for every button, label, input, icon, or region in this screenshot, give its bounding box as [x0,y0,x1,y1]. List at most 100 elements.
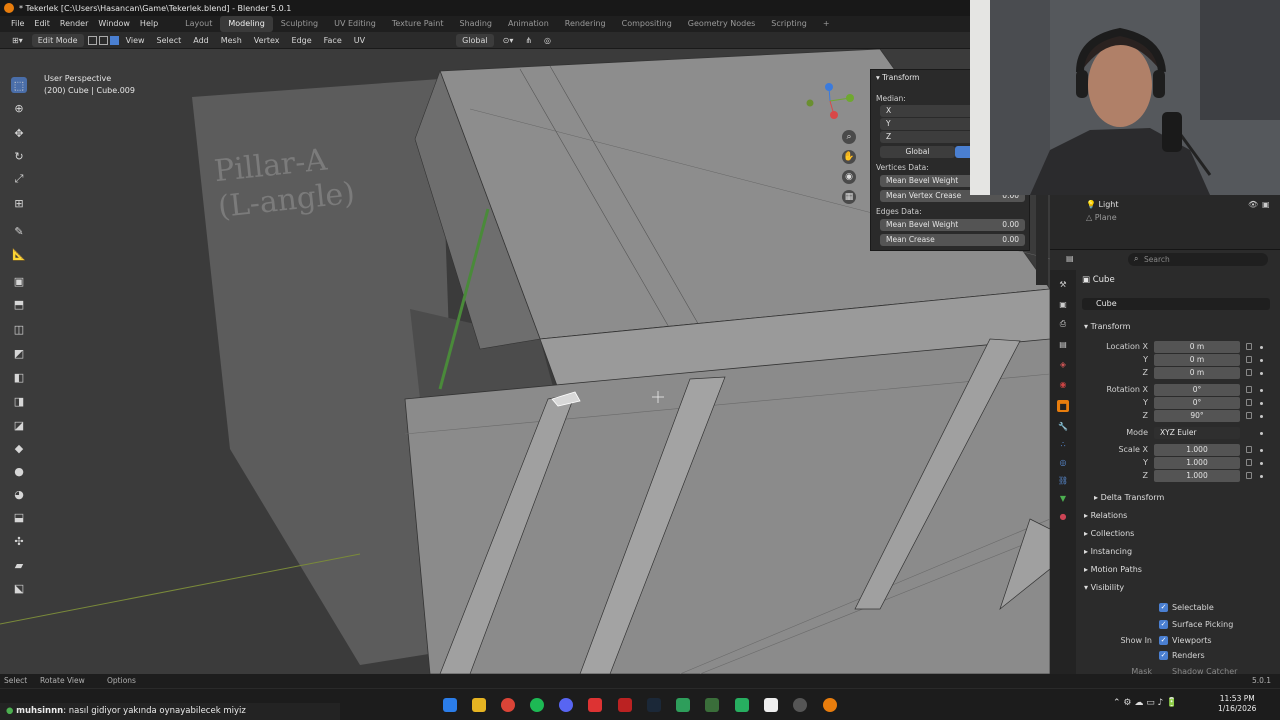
orientation-dropdown[interactable]: Global [456,33,494,47]
shear-icon[interactable]: ▰ [11,557,27,573]
add-workspace-button[interactable]: + [815,16,838,32]
snap-icon[interactable]: ⋔ [519,32,538,49]
notion-icon[interactable] [764,698,778,712]
mode-dropdown[interactable]: Edit Mode [31,33,84,47]
menu-vertex[interactable]: Vertex [248,32,286,49]
lock-location-x-icon[interactable] [1246,343,1252,350]
instancing-section[interactable]: ▸ Instancing [1084,547,1132,556]
menu-edit[interactable]: Edit [29,16,55,32]
rotation-mode-dropdown[interactable]: XYZ Euler [1154,427,1240,439]
menu-select[interactable]: Select [151,32,188,49]
view-layer-tab-icon[interactable]: ▤ [1057,338,1069,350]
recorder-icon[interactable] [588,698,602,712]
space-global-button[interactable]: Global [880,146,955,158]
lock-scale-y-icon[interactable] [1246,459,1252,466]
grid-view-icon[interactable]: ▦ [842,190,856,204]
sphere-icon[interactable]: ◕ [11,486,27,502]
camera-icon[interactable]: ◉ [842,170,856,184]
properties-editor-type-icon[interactable]: ▤ [1066,254,1076,264]
editor-type-icon[interactable]: ⊞▾ [6,32,29,49]
windows-start-icon[interactable] [443,698,457,712]
menu-help[interactable]: Help [135,16,163,32]
world-tab-icon[interactable]: ◉ [1057,378,1069,390]
menu-edge[interactable]: Edge [286,32,318,49]
object-name-field[interactable]: Cube [1082,298,1270,310]
scale-icon[interactable]: ⤢ [11,171,27,187]
poly-build-icon[interactable]: ◪ [11,417,27,433]
lock-location-y-icon[interactable] [1246,356,1252,363]
outliner-item-plane[interactable]: △ Plane [1086,213,1117,222]
lock-scale-x-icon[interactable] [1246,446,1252,453]
menu-file[interactable]: File [6,16,29,32]
relations-section[interactable]: ▸ Relations [1084,511,1127,520]
delta-transform-section[interactable]: ▸ Delta Transform [1094,493,1164,502]
rotate-icon[interactable]: ↻ [11,148,27,164]
tab-animation[interactable]: Animation [500,16,557,32]
properties-search-input[interactable]: Search [1128,253,1268,266]
move-icon[interactable]: ✥ [11,125,27,141]
tab-sculpting[interactable]: Sculpting [273,16,326,32]
select-box-icon[interactable]: ⬚ [11,77,27,93]
tab-texture-paint[interactable]: Texture Paint [384,16,452,32]
tab-scripting[interactable]: Scripting [763,16,815,32]
app-icon[interactable] [618,698,632,712]
measure-icon[interactable]: 📐 [11,246,27,262]
menu-render[interactable]: Render [55,16,93,32]
particles-tab-icon[interactable]: ∴ [1057,438,1069,450]
menu-face[interactable]: Face [318,32,348,49]
knife-icon[interactable]: ◨ [11,393,27,409]
clock[interactable]: 11:53 PM 1/16/2026 [1218,694,1256,714]
tab-modeling[interactable]: Modeling [220,16,273,32]
location-x-field[interactable]: 0 m [1154,341,1240,353]
transform-section[interactable]: ▾ Transform [1084,322,1130,331]
proportional-edit-icon[interactable]: ◎ [538,32,557,49]
rip-icon[interactable]: ⬕ [11,580,27,596]
tab-shading[interactable]: Shading [451,16,500,32]
rotation-z-field[interactable]: 90° [1154,410,1240,422]
file-explorer-icon[interactable] [472,698,486,712]
keyframe-dot-icon[interactable] [1260,389,1263,392]
tab-compositing[interactable]: Compositing [614,16,680,32]
tab-uv-editing[interactable]: UV Editing [326,16,384,32]
transform-icon[interactable]: ⊞ [11,195,27,211]
location-z-field[interactable]: 0 m [1154,367,1240,379]
loop-cut-icon[interactable]: ◧ [11,369,27,385]
edge-bevel-weight-field[interactable]: Mean Bevel Weight 0.00 [880,219,1025,231]
keyframe-dot-icon[interactable] [1260,475,1263,478]
menu-add[interactable]: Add [187,32,215,49]
menu-mesh[interactable]: Mesh [215,32,248,49]
render-camera-icon[interactable]: ▣ [1262,200,1270,209]
menu-window[interactable]: Window [93,16,135,32]
shrink-icon[interactable]: ✣ [11,533,27,549]
extrude-icon[interactable]: ⬒ [11,296,27,312]
keyframe-dot-icon[interactable] [1260,432,1263,435]
constraints-tab-icon[interactable]: ⛓ [1057,474,1069,486]
render-tab-icon[interactable]: ▣ [1057,298,1069,310]
outliner-item-light[interactable]: 💡 Light [1086,200,1118,209]
transform-header[interactable]: ▾ Transform [876,73,919,82]
keyframe-dot-icon[interactable] [1260,372,1263,375]
output-tab-icon[interactable]: ⎙ [1057,318,1069,330]
keyframe-dot-icon[interactable] [1260,449,1263,452]
keyframe-dot-icon[interactable] [1260,462,1263,465]
visibility-section[interactable]: ▾ Visibility [1084,583,1124,592]
mean-crease-field[interactable]: Mean Crease 0.00 [880,234,1025,246]
app-game-icon[interactable] [705,698,719,712]
tab-layout[interactable]: Layout [177,16,220,32]
object-tab-icon[interactable]: ■ [1057,400,1069,412]
menu-view[interactable]: View [120,32,151,49]
lock-scale-z-icon[interactable] [1246,472,1252,479]
scale-z-field[interactable]: 1.000 [1154,470,1240,482]
collections-section[interactable]: ▸ Collections [1084,529,1134,538]
smooth-icon[interactable]: ● [11,463,27,479]
rotation-x-field[interactable]: 0° [1154,384,1240,396]
app-android-icon[interactable] [735,698,749,712]
modifier-tab-icon[interactable]: 🔧 [1057,420,1069,432]
add-cube-icon[interactable]: ▣ [11,273,27,289]
scale-x-field[interactable]: 1.000 [1154,444,1240,456]
lock-rotation-y-icon[interactable] [1246,399,1252,406]
rotation-y-field[interactable]: 0° [1154,397,1240,409]
data-tab-icon[interactable]: ▼ [1057,492,1069,504]
zoom-icon[interactable]: ⌕ [842,130,856,144]
scene-tab-icon[interactable]: ◈ [1057,358,1069,370]
